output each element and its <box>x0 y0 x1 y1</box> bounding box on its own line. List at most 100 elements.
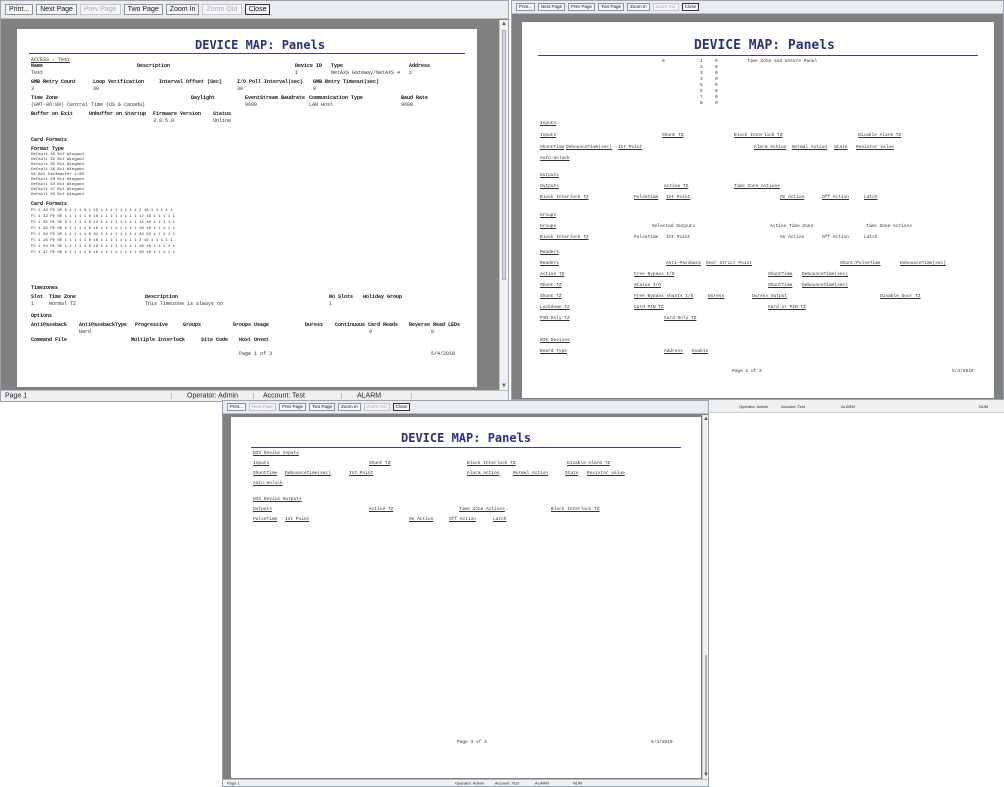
report-date: 5/4/2010 <box>431 351 456 357</box>
col-disable-alarm-tz: Disable Alarm TZ <box>567 461 611 466</box>
col-type: Type <box>331 63 344 69</box>
two-page-button[interactable]: Two Page <box>598 2 625 12</box>
next-page-button[interactable]: Next Page <box>36 3 77 16</box>
col-time-zone-actions: Time Zone Actions <box>734 184 780 189</box>
nix-devices-section: NIX Devices <box>540 338 570 343</box>
report-page-1: DEVICE MAP: Panels ACCESS - Test Name De… <box>17 29 477 387</box>
col-progressive: Progressive <box>135 322 169 328</box>
col-resistor-value: Resistor value <box>587 471 625 476</box>
val-type: NetAXS Gateway/NetAXS 4 <box>331 70 401 76</box>
prev-page-button[interactable]: Prev Page <box>279 402 307 412</box>
col-active-tz: Active TZ <box>540 272 565 277</box>
report-page-3: DEVICE MAP: Panels NIX Device Inputs Inp… <box>231 417 701 778</box>
scroll-thumb[interactable] <box>502 30 506 280</box>
val-status: Online <box>213 118 232 124</box>
report-page-2: DEVICE MAP: Panels 0 1 0 Time Zone and U… <box>522 22 994 398</box>
val-antipassback-type: Hard <box>79 329 92 335</box>
top-row-c: 0 <box>715 59 718 64</box>
col-debounce-time: DebounceTime(sec) <box>285 471 331 476</box>
status-separator <box>171 393 172 399</box>
scroll-thumb[interactable] <box>705 655 707 775</box>
col-free-bypass-shunts: Free Bypass shunts I/O <box>634 294 694 299</box>
zoom-out-button[interactable]: Zoom Out <box>652 2 679 12</box>
col-no-slots: No Slots <box>329 294 354 300</box>
zoom-in-button[interactable]: Zoom In <box>627 2 650 12</box>
format-type-item: Default 28 Bit Wiegand <box>31 178 84 182</box>
prev-page-button[interactable]: Prev Page <box>79 3 121 16</box>
card-format-row: FC 1 26 PE 0E 0 1 1 1 0 1 16 1 1 1 1 1 1… <box>31 209 173 213</box>
scroll-up-icon[interactable]: ▲ <box>500 20 508 28</box>
col-loop-verification: Loop Verification <box>93 79 145 85</box>
scroll-down-icon[interactable]: ▼ <box>703 771 709 779</box>
preview-toolbar: Print... Next Page Prev Page Two Page Zo… <box>223 401 708 414</box>
status-separator <box>341 393 342 399</box>
col-selected-outputs: Selected Outputs <box>652 224 696 229</box>
col-int-point: Int Point <box>666 195 691 200</box>
vertical-scrollbar[interactable]: ▲ ▼ <box>702 415 709 779</box>
top-row-c: 0 <box>715 83 718 88</box>
col-shunt-time: ShuntTime <box>768 283 793 288</box>
report-title: DEVICE MAP: Panels <box>195 38 326 52</box>
top-row-b: 4 <box>700 77 703 82</box>
two-page-button[interactable]: Two Page <box>123 3 163 16</box>
val-slot: 1 <box>31 301 35 307</box>
scroll-down-icon[interactable]: ▼ <box>500 382 508 390</box>
inputs-section: Inputs <box>540 121 557 126</box>
top-row-a: 0 <box>662 59 665 64</box>
top-row-c: 0 <box>715 95 718 100</box>
close-button[interactable]: Close <box>392 402 411 412</box>
zoom-in-button[interactable]: Zoom In <box>165 3 200 16</box>
col-block-interlock-tz: Block Interlock TZ <box>540 195 589 200</box>
col-antipassback-type: AntiPassbackType <box>79 322 128 328</box>
readers-section: Readers <box>540 250 559 255</box>
col-status-io: Status I/O <box>634 283 662 288</box>
col-time-zone-actions: Time Zone Actions <box>459 507 505 512</box>
zoom-out-button[interactable]: Zoom Out <box>202 3 242 16</box>
col-duress: Duress <box>708 294 725 299</box>
col-pin-only-tz: PIN Only TZ <box>540 316 570 321</box>
col-readers: Readers <box>540 261 559 266</box>
col-debounce-time: DebounceTime(sec) <box>802 283 848 288</box>
scroll-up-icon[interactable]: ▲ <box>703 415 709 423</box>
next-page-button[interactable]: Next Page <box>538 2 566 12</box>
vertical-scrollbar[interactable]: ▲ ▼ <box>499 20 508 390</box>
top-row-b: 5 <box>700 83 703 88</box>
col-outputs: Outputs <box>540 184 559 189</box>
print-button[interactable]: Print... <box>516 2 536 12</box>
title-rule <box>29 53 465 54</box>
report-preview-window-page-1: Print... Next Page Prev Page Two Page Zo… <box>0 0 509 402</box>
col-duress-output: Duress Output <box>752 294 788 299</box>
col-unbuffer-on-startup: Unbuffer on Startup <box>89 111 147 117</box>
col-int-point: Int Point <box>285 517 310 522</box>
zoom-in-button[interactable]: Zoom In <box>338 402 361 412</box>
zoom-out-button[interactable]: Zoom Out <box>363 402 390 412</box>
print-button[interactable]: Print... <box>5 3 34 16</box>
col-state: State <box>834 145 848 150</box>
status-account: Account: Test <box>781 404 805 409</box>
prev-page-button[interactable]: Prev Page <box>568 2 596 12</box>
col-multiple-interlock: Multiple Interlock <box>131 337 186 343</box>
col-on-action: On Action <box>780 195 805 200</box>
two-page-button[interactable]: Two Page <box>309 402 336 412</box>
print-button[interactable]: Print... <box>227 402 247 412</box>
card-formats-heading: Card Formats <box>31 137 68 143</box>
top-row-b: 1 <box>700 59 703 64</box>
report-preview-window-page-3: Print... Next Page Prev Page Two Page Zo… <box>222 400 709 787</box>
col-shunt-pulse-time: Shunt/PulseTime <box>840 261 881 266</box>
col-anti-passback: Anti-Passback <box>666 261 702 266</box>
col-baud-rate: Baud Rate <box>401 95 429 101</box>
groups-section: Groups <box>540 213 557 218</box>
col-firmware-version: Firmware Version <box>153 111 202 117</box>
val-gmb-retry-count: 3 <box>31 86 35 92</box>
report-date: 5/4/2010 <box>952 369 974 374</box>
top-row-b: 7 <box>700 95 703 100</box>
col-status: Status <box>213 111 232 117</box>
col-shunt-time: ShuntTime <box>540 145 565 150</box>
report-title: DEVICE MAP: Panels <box>401 431 532 445</box>
title-rule <box>538 55 978 56</box>
next-page-button[interactable]: Next Page <box>249 402 277 412</box>
close-button[interactable]: Close <box>681 2 700 12</box>
report-preview-window-page-2: Print... Next Page Prev Page Two Page Zo… <box>511 0 1004 400</box>
col-pulse-time: PulseTime <box>634 235 659 240</box>
close-button[interactable]: Close <box>244 3 271 16</box>
